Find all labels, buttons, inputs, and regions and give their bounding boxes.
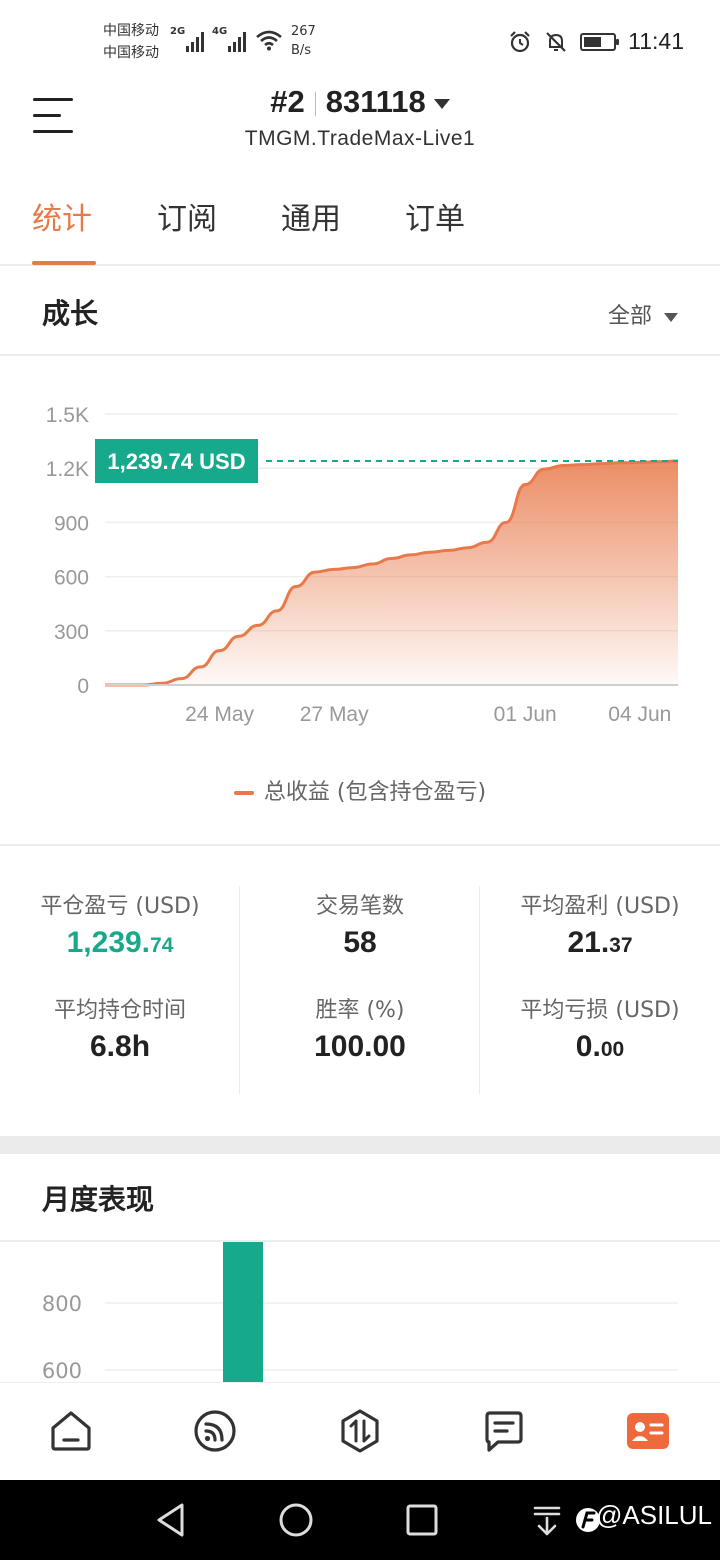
home-circle-icon[interactable] — [278, 1502, 314, 1538]
bell-muted-icon — [546, 31, 566, 52]
chevron-down-icon — [433, 98, 450, 109]
system-navigation-bar: @ASILUL — [0, 1480, 720, 1560]
legend-swatch — [233, 791, 254, 795]
stat-trade-count: 交易笔数 58 — [315, 894, 404, 959]
recent-apps-icon[interactable] — [405, 1503, 439, 1537]
stats-grid: 平仓盈亏 (USD) 1,239.74 交易笔数 58 平均盈利 (USD) 2… — [0, 846, 720, 1136]
legend-label: 总收益 (包含持仓盈亏) — [263, 780, 487, 805]
carrier-labels: 中国移动 中国移动 — [103, 20, 159, 64]
tab-active-indicator — [32, 261, 96, 265]
alarm-icon — [510, 30, 530, 52]
monthly-bar — [223, 1242, 263, 1382]
tab-subscriptions[interactable]: 订阅 — [157, 194, 217, 238]
bottom-navigation — [0, 1382, 720, 1480]
tab-orders[interactable]: 订单 — [405, 194, 465, 238]
notification-pull-icon[interactable] — [532, 1504, 562, 1536]
range-filter-dropdown[interactable]: 全部 — [608, 298, 678, 330]
back-icon[interactable] — [154, 1502, 188, 1538]
y-tick-label: 600 — [54, 567, 89, 590]
carrier-2: 中国移动 — [103, 45, 159, 61]
y-tick-label: 0 — [77, 675, 89, 698]
stat-win-rate: 胜率 (%) 100.00 — [314, 998, 406, 1063]
y-tick-label: 300 — [54, 621, 89, 644]
x-tick-label: 01 Jun — [494, 703, 557, 726]
y-tick-label: 1.5K — [46, 404, 89, 427]
chart-legend: 总收益 (包含持仓盈亏) — [0, 774, 720, 806]
signal-strength-icon — [228, 30, 246, 52]
message-icon[interactable] — [480, 1407, 528, 1455]
account-index: #2 — [270, 84, 305, 119]
divider — [479, 886, 480, 1094]
network-speed: 267 B/s — [291, 24, 316, 58]
y-tick-label: 900 — [54, 512, 89, 535]
home-icon[interactable] — [47, 1407, 95, 1455]
section-spacer — [0, 1136, 720, 1154]
server-name: TMGM.TradeMax-Live1 — [244, 127, 476, 150]
signal-feed-icon[interactable] — [191, 1407, 239, 1455]
carrier-1: 中国移动 — [103, 23, 159, 39]
wifi-icon — [256, 30, 282, 51]
growth-area — [105, 461, 678, 685]
network-type-1: 2G — [170, 26, 186, 37]
growth-section-header: 成长 全部 — [0, 268, 720, 356]
x-tick-label: 24 May — [185, 703, 254, 726]
account-number: 831118 — [325, 84, 426, 119]
current-value-label: 1,239.74 USD — [107, 449, 245, 474]
trade-icon[interactable] — [336, 1407, 384, 1455]
y-tick-label: 1.2K — [46, 458, 89, 481]
y-tick-label: 600 — [42, 1359, 82, 1382]
watermark-text: @ASILUL — [596, 1500, 712, 1530]
x-tick-label: 04 Jun — [608, 703, 671, 726]
monthly-title: 月度表现 — [42, 1183, 155, 1216]
profile-card-icon[interactable] — [624, 1407, 672, 1455]
chevron-down-icon — [664, 312, 678, 322]
x-tick-label: 27 May — [300, 703, 369, 726]
tab-general[interactable]: 通用 — [281, 194, 341, 238]
clock: 11:41 — [628, 28, 684, 54]
stat-avg-hold-time: 平均持仓时间 6.8h — [53, 998, 186, 1063]
tab-bar: 统计 订阅 通用 订单 — [0, 166, 720, 266]
divider — [239, 886, 240, 1094]
growth-chart-svg: 0 300 600 900 1.2K 1.5K 24 May 27 May 01 Jun 04 … — [46, 404, 679, 726]
growth-chart: 0 300 600 900 1.2K 1.5K 24 May 27 May 01 Jun 04 … — [0, 356, 720, 846]
app-header: #2 831118 TMGM.TradeMax-Live1 — [0, 80, 720, 166]
battery-icon — [580, 32, 620, 51]
stat-avg-profit: 平均盈利 (USD) 21.37 — [520, 894, 680, 959]
monthly-chart-svg: 800 600 — [42, 1242, 678, 1382]
stat-avg-loss: 平均亏损 (USD) 0.00 — [520, 998, 680, 1063]
monthly-section-header: 月度表现 — [0, 1154, 720, 1242]
status-bar: 中国移动 中国移动 2G 4G 267 B/s 11:41 — [0, 0, 720, 80]
status-right: 11:41 — [508, 28, 684, 55]
account-selector[interactable]: #2 831118 — [0, 84, 720, 120]
growth-title: 成长 — [42, 297, 99, 330]
stat-closed-pnl: 平仓盈亏 (USD) 1,239.74 — [40, 894, 200, 959]
network-type-2: 4G — [212, 26, 228, 37]
tab-statistics[interactable]: 统计 — [32, 194, 92, 238]
y-tick-label: 800 — [42, 1292, 82, 1316]
signal-strength-icon — [186, 30, 204, 52]
monthly-chart: 800 600 — [0, 1242, 720, 1382]
